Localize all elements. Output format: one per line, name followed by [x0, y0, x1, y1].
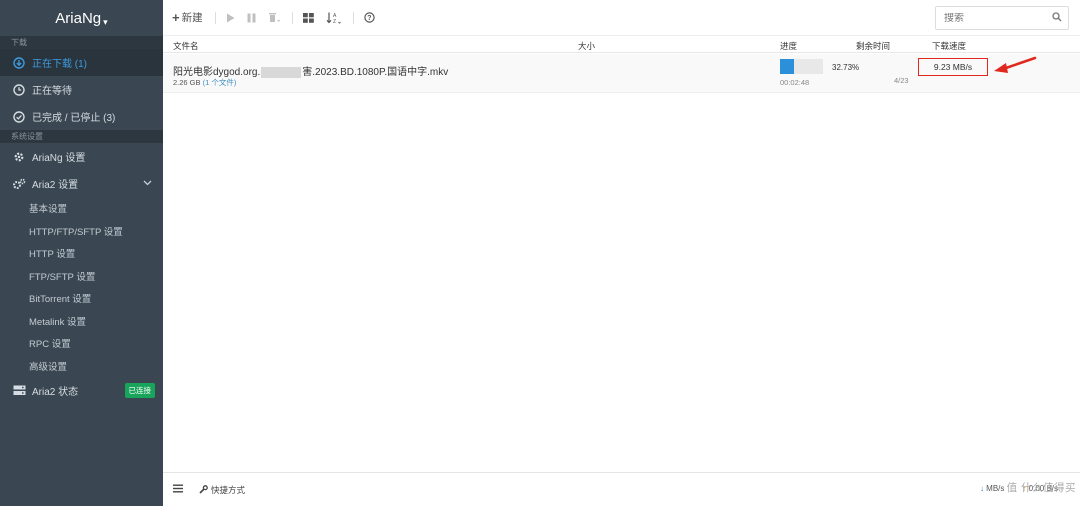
sidebar-subitem-bittorrent[interactable]: BitTorrent 设置 — [0, 287, 163, 310]
wrench-icon — [199, 485, 208, 494]
sidebar-subitem-rpc[interactable]: RPC 设置 — [0, 332, 163, 355]
task-size-line: 2.26 GB (1 个文件) — [173, 77, 236, 88]
column-header-progress[interactable]: 进度 — [780, 40, 797, 52]
download-circle-icon — [12, 56, 26, 70]
sort-icon: AZ — [326, 12, 341, 24]
download-rate: ↓ MB/s — [980, 484, 1004, 493]
sidebar-subitem-ftp-sftp[interactable]: FTP/SFTP 设置 — [0, 265, 163, 288]
delete-button[interactable] — [268, 12, 280, 23]
arrow-down-icon: ↓ — [979, 484, 984, 493]
column-header-remaining[interactable]: 剩余时间 — [856, 40, 890, 52]
toolbar-divider — [291, 11, 293, 24]
gears-icon — [12, 177, 26, 191]
sidebar-item-label: Aria2 设置 — [32, 180, 79, 191]
remaining-time: 00:02:48 — [780, 78, 810, 87]
sidebar-subitem-advanced[interactable]: 高级设置 — [0, 355, 163, 378]
shortcut-button[interactable]: 快捷方式 — [199, 484, 245, 496]
main-panel: + 新建 AZ ? 文件名 大小 — [163, 0, 1080, 506]
task-size: 2.26 GB — [173, 78, 201, 87]
toolbar-divider — [214, 11, 216, 24]
toolbar: + 新建 AZ ? — [163, 0, 1080, 36]
footer: 快捷方式 ↓ MB/s ↑ 0.00 B/s 值 什么值得买 — [163, 472, 1080, 506]
gear-icon — [12, 150, 26, 164]
plus-icon: + — [172, 10, 180, 25]
task-name[interactable]: 阳光电影dygod.org. 害.2023.BD.1080P.国语中字.mkv — [173, 63, 448, 78]
svg-text:?: ? — [367, 15, 371, 22]
search-icon — [1052, 11, 1062, 25]
sidebar-subitem-http-ftp-sftp[interactable]: HTTP/FTP/SFTP 设置 — [0, 220, 163, 243]
sidebar-subitem-basic[interactable]: 基本设置 — [0, 197, 163, 220]
section-header-download: 下载 — [0, 36, 163, 49]
annotation-arrow — [994, 56, 1037, 73]
connections-count: 4/23 — [894, 76, 909, 85]
new-task-label: 新建 — [181, 12, 203, 24]
progress-fill — [780, 59, 795, 74]
progress-percent: 32.73% — [832, 63, 860, 72]
new-task-button[interactable]: + 新建 — [172, 10, 203, 25]
section-header-settings: 系统设置 — [0, 130, 163, 143]
sidebar-item-label: 正在等待 — [32, 86, 72, 97]
question-circle-icon: ? — [363, 12, 375, 23]
help-button[interactable]: ? — [363, 12, 375, 23]
clock-icon — [12, 83, 26, 97]
sidebar-subitem-metalink[interactable]: Metalink 设置 — [0, 310, 163, 333]
search-input[interactable] — [944, 12, 1044, 24]
select-all-button[interactable] — [302, 12, 314, 23]
chevron-down-icon — [143, 178, 152, 189]
app-title-mark: ▾ — [103, 16, 108, 27]
search-box[interactable] — [935, 6, 1069, 30]
status-badge: 已连接 — [124, 383, 155, 398]
play-icon — [226, 13, 235, 22]
sort-button[interactable]: AZ — [326, 12, 341, 24]
sidebar-item-stopped[interactable]: 已完成 / 已停止 (3) — [0, 103, 163, 130]
pause-button[interactable] — [247, 13, 256, 23]
server-icon — [12, 384, 26, 398]
app-logo[interactable]: AriaNg ▾ — [0, 0, 163, 36]
app-title: AriaNg — [55, 9, 102, 27]
sidebar-item-waiting[interactable]: 正在等待 — [0, 76, 163, 103]
trash-icon — [268, 13, 280, 22]
progress-bar — [780, 59, 823, 74]
pause-icon — [247, 13, 256, 22]
watermark: 值 什么值得买 — [1006, 482, 1076, 494]
sidebar-item-label: Aria2 状态 — [32, 387, 79, 398]
redacted-text — [261, 66, 302, 78]
grid-icon — [302, 12, 314, 23]
task-files-link[interactable]: (1 个文件) — [203, 78, 237, 87]
sidebar-item-aria2-settings[interactable]: Aria2 设置 — [0, 170, 163, 197]
table-row[interactable]: 阳光电影dygod.org. 害.2023.BD.1080P.国语中字.mkv 2… — [163, 54, 1080, 93]
toolbar-divider — [352, 11, 354, 24]
download-speed: 9.23 MB/s — [918, 58, 988, 76]
sidebar-item-downloading[interactable]: 正在下载 (1) — [0, 49, 163, 76]
sidebar-item-label: AriaNg 设置 — [32, 153, 86, 164]
column-header-name[interactable]: 文件名 — [173, 40, 199, 52]
sidebar-item-label: 正在下载 (1) — [32, 59, 87, 70]
menu-icon[interactable] — [173, 484, 183, 495]
download-rate-value: MB/s — [986, 484, 1005, 493]
column-header-size[interactable]: 大小 — [578, 40, 595, 52]
column-header-speed[interactable]: 下载速度 — [932, 40, 966, 52]
sidebar-item-aria2-status[interactable]: Aria2 状态 已连接 — [0, 377, 163, 404]
shortcut-label: 快捷方式 — [211, 484, 246, 495]
sidebar-item-label: 已完成 / 已停止 (3) — [32, 113, 116, 124]
task-name-suffix: 害.2023.BD.1080P.国语中字.mkv — [302, 67, 449, 78]
svg-text:Z: Z — [333, 19, 336, 24]
sidebar: AriaNg ▾ 下载 正在下载 (1) 正在等待 已完成 / 已停止 (3) … — [0, 0, 163, 506]
sidebar-subitem-http[interactable]: HTTP 设置 — [0, 242, 163, 265]
table-header: 文件名 大小 进度 剩余时间 下载速度 — [163, 36, 1080, 53]
start-button[interactable] — [226, 13, 235, 23]
sidebar-item-ariang-settings[interactable]: AriaNg 设置 — [0, 143, 163, 170]
check-circle-icon — [12, 110, 26, 124]
